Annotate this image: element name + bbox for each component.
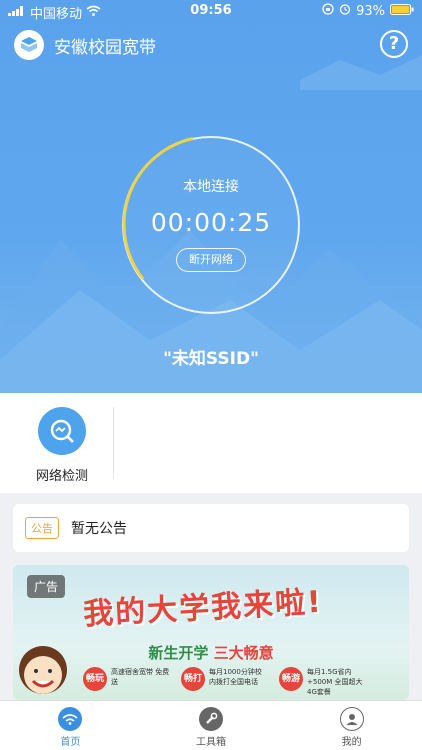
app-title: 安徽校园宽带: [54, 37, 156, 58]
offer-text: 高速宿舍宽带 免费送: [111, 668, 170, 686]
rotation-lock-icon: [322, 3, 334, 19]
battery-icon: [390, 3, 414, 19]
offer-item: 畅打 每月1000分钟校 内拨打全国电话: [181, 667, 271, 697]
battery-percent: 93%: [356, 3, 385, 19]
notice-bar[interactable]: 公告 暂无公告: [13, 504, 409, 552]
notice-text: 暂无公告: [71, 521, 127, 537]
offer-list: 畅玩 高速宿舍宽带 免费送 畅打 每月1000分钟校 内拨打全国电话 畅游 每月…: [83, 667, 369, 697]
offer-badge: 畅游: [279, 667, 303, 691]
ad-banner[interactable]: 广告 我的大学我来啦! 新生开学 三大畅意 畅玩 高速宿舍宽带 免费送 畅打 每…: [13, 565, 409, 700]
tools-strip: 网络检测: [0, 393, 422, 493]
ad-subtitle-prefix: 新生开学: [148, 644, 209, 662]
tool-network-check[interactable]: 网络检测: [22, 407, 102, 484]
status-bar: 中国移动 09:56 93%: [0, 0, 422, 22]
wrench-icon: [199, 707, 223, 731]
wifi-home-icon: [58, 707, 83, 731]
cartoon-girl-icon: [19, 646, 67, 694]
tab-label: 首页: [60, 737, 81, 748]
tab-label: 我的: [341, 737, 362, 748]
connection-timer: 00:00:25: [150, 208, 272, 237]
tab-bar: 首页 工具箱 我的: [0, 700, 422, 750]
ad-tag: 广告: [27, 575, 66, 598]
alarm-icon: [339, 3, 351, 19]
help-icon[interactable]: ?: [380, 30, 408, 58]
disconnect-button[interactable]: 断开网络: [176, 248, 246, 272]
tool-label: 网络检测: [35, 469, 88, 484]
offer-item: 畅游 每月1.5G省内+500M 全国超大4G套餐: [279, 667, 369, 697]
offer-badge: 畅玩: [83, 667, 107, 691]
tab-toolbox[interactable]: 工具箱: [141, 701, 282, 750]
notice-badge: 公告: [25, 517, 59, 539]
offer-item: 畅玩 高速宿舍宽带 免费送: [83, 667, 173, 697]
offer-badge: 畅打: [181, 667, 205, 691]
network-check-icon: [38, 407, 86, 455]
tab-home[interactable]: 首页: [0, 701, 141, 750]
offer-text: 每月1000分钟校 内拨打全国电话: [209, 668, 262, 686]
offer-text: 每月1.5G省内+500M 全国超大4G套餐: [307, 668, 363, 696]
divider: [113, 407, 114, 479]
hero-panel: 中国移动 09:56 93% 安徽校园宽带 ? 本地连接 00:00:25 断开…: [0, 0, 422, 393]
tab-profile[interactable]: 我的: [281, 701, 422, 750]
user-icon: [339, 707, 364, 731]
ad-subtitle-highlight: 三大畅意: [213, 644, 274, 662]
tab-label: 工具箱: [196, 737, 226, 748]
ad-title: 我的大学我来啦!: [82, 584, 324, 633]
connection-mode-label: 本地连接: [183, 179, 239, 195]
app-logo: [14, 30, 44, 60]
ssid-label: "未知SSID": [163, 349, 259, 369]
